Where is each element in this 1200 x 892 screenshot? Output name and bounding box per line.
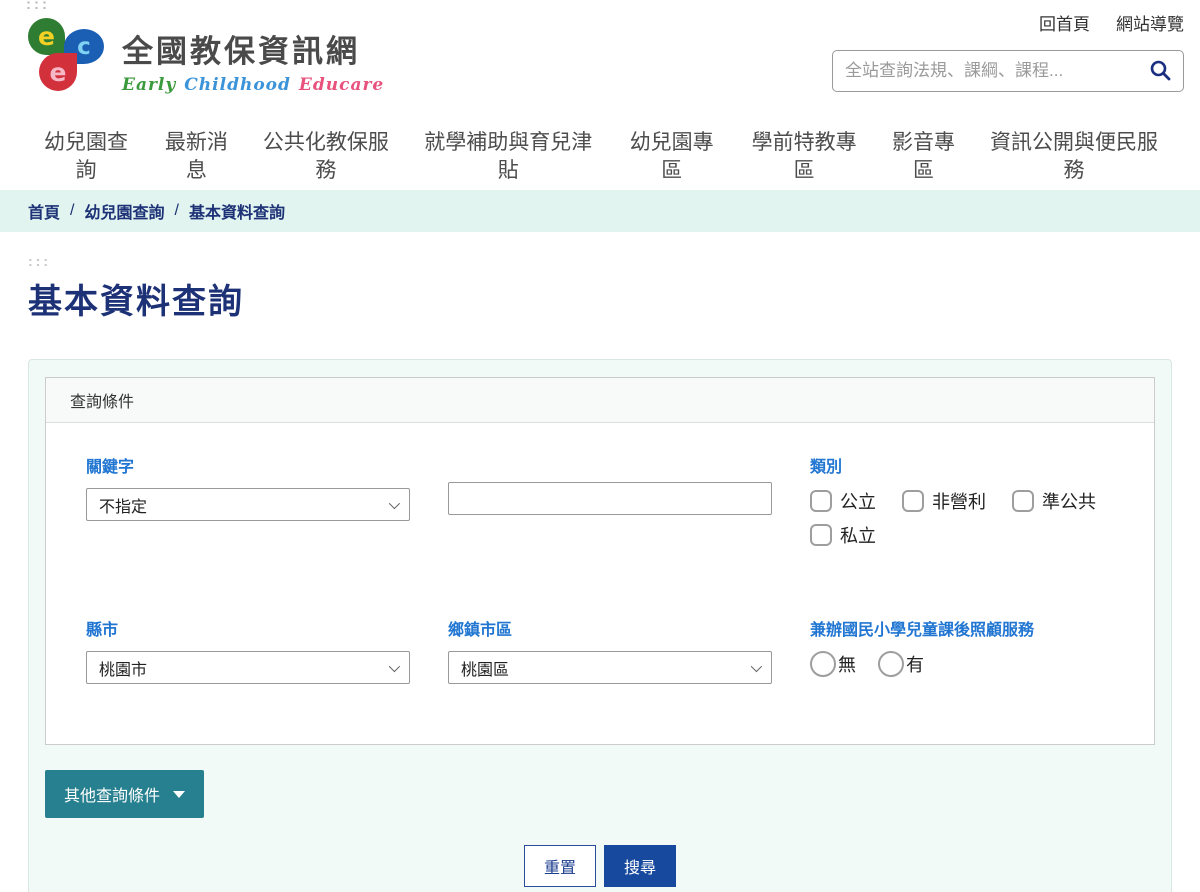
keyword-text-input[interactable] <box>448 482 772 515</box>
breadcrumb-home[interactable]: 首頁 <box>28 199 60 223</box>
search-icon <box>1149 59 1171 84</box>
form-row-2: 縣市 桃園市 鄉鎮市區 桃園區 兼辦國民小學兒童課後照顧服務 無 有 <box>86 616 1114 684</box>
district-select[interactable]: 桃園區 <box>448 651 772 684</box>
radio-icon[interactable] <box>878 651 904 677</box>
afterschool-label: 兼辦國民小學兒童課後照顧服務 <box>810 622 1035 639</box>
county-label: 縣市 <box>86 622 119 639</box>
logo-drop-e-green: e <box>28 18 65 55</box>
search-submit-button[interactable] <box>1149 59 1171 84</box>
panel-body: 關鍵字 不指定 類別 公立 非營利 準公共 私立 縣市 桃園市 鄉鎮市區 桃園區… <box>46 423 1154 744</box>
checkbox-private[interactable]: 私立 <box>810 522 876 548</box>
skip-to-content-marker: ::: <box>28 253 51 269</box>
nav-item-latest-news[interactable]: 最新消息 <box>163 129 229 186</box>
radio-afterschool-no[interactable]: 無 <box>810 651 856 677</box>
checkbox-icon[interactable] <box>1012 490 1034 512</box>
county-select[interactable]: 桃園市 <box>86 651 410 684</box>
reset-button[interactable]: 重置 <box>523 845 596 887</box>
district-field-group: 鄉鎮市區 桃園區 <box>448 616 772 684</box>
keyword-type-select[interactable]: 不指定 <box>86 488 410 521</box>
category-label: 類別 <box>810 459 843 476</box>
page-title: 基本資料查詢 <box>28 283 244 321</box>
radio-icon[interactable] <box>810 651 836 677</box>
nav-item-kindergarten-query[interactable]: 幼兒園查詢 <box>40 129 132 186</box>
afterschool-radio-group: 無 有 <box>810 651 1114 677</box>
sitemap-link[interactable]: 網站導覽 <box>1116 10 1184 35</box>
afterschool-field-group: 兼辦國民小學兒童課後照顧服務 無 有 <box>810 616 1114 684</box>
radio-afterschool-yes[interactable]: 有 <box>878 651 924 677</box>
form-row-1: 關鍵字 不指定 類別 公立 非營利 準公共 私立 <box>86 453 1114 548</box>
home-link[interactable]: 回首頁 <box>1039 10 1090 35</box>
breadcrumb: 首頁 / 幼兒園查詢 / 基本資料查詢 <box>0 190 1200 232</box>
district-label: 鄉鎮市區 <box>448 622 513 639</box>
header-right: 回首頁 網站導覽 <box>832 10 1184 92</box>
query-conditions-panel: 查詢條件 關鍵字 不指定 類別 公立 非營利 準公共 私立 縣市 桃園市 鄉鎮市… <box>45 377 1155 745</box>
logo-text: 全國教保資訊網 Early Childhood Educare <box>122 12 384 95</box>
district-selected-value: 桃園區 <box>461 661 510 679</box>
nav-item-public-educare-services[interactable]: 公共化教保服務 <box>261 129 391 186</box>
panel-header: 查詢條件 <box>46 378 1154 423</box>
nav-item-subsidies-allowance[interactable]: 就學補助與育兒津貼 <box>422 129 594 186</box>
site-logo[interactable]: e c e 全國教保資訊網 Early Childhood Educare <box>28 12 384 96</box>
logo-drop-e-red: e <box>39 53 77 91</box>
keyword-input-group <box>448 453 772 548</box>
nav-item-info-disclosure[interactable]: 資訊公開與便民服務 <box>988 129 1160 186</box>
site-header: ::: e c e 全國教保資訊網 Early Childhood Educare … <box>0 0 1200 115</box>
top-links: 回首頁 網站導覽 <box>832 10 1184 35</box>
checkbox-icon[interactable] <box>902 490 924 512</box>
nav-item-preschool-special-ed[interactable]: 學前特教專區 <box>749 129 859 186</box>
nav-item-kindergarten-zone[interactable]: 幼兒園專區 <box>626 129 718 186</box>
nav-item-media-zone[interactable]: 影音專區 <box>891 129 957 186</box>
keyword-label: 關鍵字 <box>86 459 135 476</box>
breadcrumb-separator: / <box>70 202 75 219</box>
search-button[interactable]: 搜尋 <box>604 845 677 887</box>
query-container: 查詢條件 關鍵字 不指定 類別 公立 非營利 準公共 私立 縣市 桃園市 鄉鎮市… <box>28 359 1172 892</box>
main-content: ::: 基本資料查詢 查詢條件 關鍵字 不指定 類別 公立 非營利 準公共 私立… <box>0 254 1200 892</box>
site-title: 全國教保資訊網 <box>122 34 360 69</box>
breadcrumb-current-page: 基本資料查詢 <box>188 205 285 222</box>
county-field-group: 縣市 桃園市 <box>86 616 410 684</box>
chevron-down-icon <box>388 497 401 509</box>
checkbox-nonprofit[interactable]: 非營利 <box>902 488 986 514</box>
other-conditions-toggle-button[interactable]: 其他查詢條件 <box>45 770 205 818</box>
caret-down-icon <box>173 790 186 798</box>
site-subtitle: Early Childhood Educare <box>122 75 385 95</box>
form-actions: 重置 搜尋 <box>45 845 1155 887</box>
logo-mark-icon: e c e <box>28 12 110 96</box>
category-checkbox-group: 公立 非營利 準公共 私立 <box>810 488 1114 548</box>
main-navigation: 幼兒園查詢 最新消息 公共化教保服務 就學補助與育兒津貼 幼兒園專區 學前特教專… <box>0 115 1200 190</box>
checkbox-quasi-public[interactable]: 準公共 <box>1012 488 1096 514</box>
breadcrumb-separator: / <box>174 202 179 219</box>
chevron-down-icon <box>750 660 763 672</box>
checkbox-icon[interactable] <box>810 490 832 512</box>
site-search-box <box>832 50 1184 92</box>
checkbox-icon[interactable] <box>810 524 832 546</box>
chevron-down-icon <box>388 660 401 672</box>
breadcrumb-kindergarten-query[interactable]: 幼兒園查詢 <box>84 199 164 223</box>
site-search-input[interactable] <box>845 61 1149 81</box>
county-selected-value: 桃園市 <box>99 661 148 679</box>
checkbox-public[interactable]: 公立 <box>810 488 876 514</box>
keyword-field-group: 關鍵字 不指定 <box>86 453 410 548</box>
keyword-type-selected-value: 不指定 <box>99 498 148 516</box>
category-field-group: 類別 公立 非營利 準公共 私立 <box>810 453 1114 548</box>
